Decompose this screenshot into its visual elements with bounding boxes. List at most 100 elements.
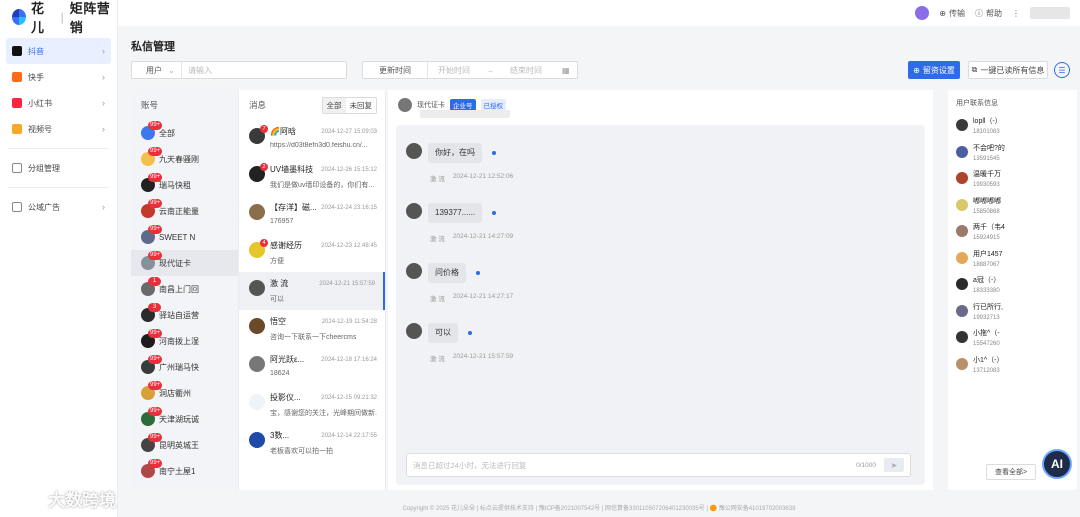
contact-item[interactable]: 嘟嘟嘟嘟 15850868 <box>948 196 1077 223</box>
date-type-select[interactable]: 更新时间 <box>363 62 428 78</box>
conversation-top: 激 流 2024-12-21 15:57:59 <box>270 278 375 289</box>
conversation-item[interactable]: 阿光跃ε... 2024-12-18 17:16:24 18624 <box>239 348 385 386</box>
conversation-item[interactable]: 3数... 2024-12-14 22:17:55 老板喜欢可以拍一拍 <box>239 424 385 462</box>
contact-item[interactable]: 小1^（-） 13712083 <box>948 355 1077 382</box>
user-avatar-icon[interactable] <box>915 6 930 20</box>
conversation-item[interactable]: 【存洋】磁... 2024-12-24 23:16:15 176957 <box>239 196 385 234</box>
chat-input[interactable]: 消息已超过24小时，无法进行回复 0/1000 ➤ <box>406 453 911 477</box>
conversation-name: 【存洋】磁... <box>270 203 317 212</box>
contact-item[interactable]: a冠（-） 18333380 <box>948 275 1077 302</box>
brand-name: 花儿 <box>31 1 45 35</box>
sidebar-item-group[interactable]: 分组管理 <box>6 155 111 181</box>
conversation-name: 投影仪... <box>270 393 301 402</box>
help-button[interactable]: ⓘ 帮助 <box>975 8 1002 19</box>
account-item[interactable]: 99+ SWEET N <box>131 224 238 250</box>
account-item[interactable]: 99+ 洞店衢州 <box>131 380 238 406</box>
message-meta: 激 流 2024-12-21 14:27:17 <box>430 293 513 303</box>
message-bubble[interactable]: 你好，在吗 <box>428 143 482 163</box>
contact-item[interactable]: 不会吧?的 13591545 <box>948 143 1077 170</box>
account-item[interactable]: 1 南昌上门回 <box>131 276 238 302</box>
user-type-select[interactable]: 用户 ⌄ <box>132 62 182 78</box>
contact-avatar <box>956 225 968 237</box>
reply-settings-button[interactable]: ⊕ 留资设置 <box>908 61 960 79</box>
user-search-input[interactable]: 请输入 <box>182 65 212 76</box>
conversation-item[interactable]: 投影仪... 2024-12-15 09:21:32 宝，感谢您的关注，光峰期间做新… <box>239 386 385 424</box>
conversation-body: 感谢经历 2024-12-23 12:48:45 方便 <box>270 238 377 272</box>
start-date-input[interactable]: 开始时间 <box>428 65 480 76</box>
conversation-avatar <box>249 394 265 410</box>
account-item[interactable]: 99+ 天津湖玩诚 <box>131 406 238 432</box>
contact-item[interactable]: 用户1457 18887067 <box>948 249 1077 276</box>
chat-account-name: 现代证卡 <box>417 102 445 109</box>
unread-badge: 99+ <box>148 147 163 156</box>
conversation-preview: https://d03t8efn3d0.feishu.cn/... <box>270 142 368 149</box>
date-arrow-icon: → <box>486 65 494 75</box>
send-icon[interactable]: ➤ <box>884 458 904 472</box>
contact-item[interactable]: 两千（韦4 15924915 <box>948 222 1077 249</box>
message-time: 2024-12-21 14:27:17 <box>452 293 514 300</box>
unread-badge: 99+ <box>148 355 163 364</box>
message-meta: 激 流 2024-12-21 12:52:06 <box>430 173 513 183</box>
sidebar-item-douyin[interactable]: 抖音 › <box>6 38 111 64</box>
account-item[interactable]: 99+ 云南正能量 <box>131 198 238 224</box>
contact-item[interactable]: 行已所行, 19932713 <box>948 302 1077 329</box>
chat-message: 139377...... <box>406 203 497 223</box>
filter-row: 用户 ⌄ 请输入 更新时间 开始时间 → 结束时间 ▦ ⊕ 留资设置 ⧉ 一键已… <box>131 61 1070 79</box>
message-sender: 激 流 <box>430 356 445 363</box>
message-bubble[interactable]: 139377...... <box>428 203 483 223</box>
conversation-body: 阿光跃ε... 2024-12-18 17:16:24 18624 <box>270 352 377 386</box>
conversation-preview: 18624 <box>270 370 290 377</box>
account-item[interactable]: 3 驿站自运营 <box>131 302 238 328</box>
account-item[interactable]: 99+ 全部 <box>131 120 238 146</box>
username-redacted <box>1030 7 1070 19</box>
contact-item[interactable]: lopll（-） 18101083 <box>948 116 1077 143</box>
sidebar-item-kuaishou[interactable]: 快手 › <box>6 64 111 90</box>
menu-icon[interactable]: ☰ <box>1054 62 1070 78</box>
more-icon[interactable]: ⋮ <box>1012 9 1020 18</box>
brand-logo[interactable]: 花儿 | 矩阵营销 <box>0 0 117 35</box>
mark-all-read-button[interactable]: ⧉ 一键已读所有信息 <box>968 61 1048 79</box>
conversation-top: 🌈阿晗 2024-12-27 15:09:03 <box>270 126 377 137</box>
sidebar-item-ads[interactable]: 公域广告 › <box>6 194 111 220</box>
end-date-input[interactable]: 结束时间 <box>500 65 552 76</box>
conversation-item[interactable]: 2 UV墙墨科技 2024-12-26 15:15:12 我们是做uv墙印设备的，你们… <box>239 158 385 196</box>
account-item[interactable]: 99+ 河南拨上湿 <box>131 328 238 354</box>
read-status-dot <box>492 211 497 215</box>
conversation-item[interactable]: 4 感谢经历 2024-12-23 12:48:45 方便 <box>239 234 385 272</box>
conversation-time: 2024-12-15 09:21:32 <box>321 394 377 401</box>
account-item[interactable]: 99+ 南宁土屋1 <box>131 458 238 484</box>
contact-item[interactable]: 温暖千万 19930593 <box>948 169 1077 196</box>
contact-name: a冠（-） <box>973 277 1001 284</box>
ai-assistant-button[interactable]: AI <box>1042 449 1072 479</box>
chat-messages-area[interactable]: 你好，在吗激 流 2024-12-21 12:52:06 139377...... 激… <box>396 125 925 485</box>
filter-all-button[interactable]: 全部 <box>322 97 346 113</box>
transfer-button[interactable]: ⊕ 传输 <box>939 8 965 19</box>
conversation-name: 3数... <box>270 431 290 440</box>
account-item[interactable]: 99+ 瑞马快租 <box>131 172 238 198</box>
conversation-item[interactable]: 激 流 2024-12-21 15:57:59 可以 <box>239 272 385 310</box>
chat-message: 问价格 <box>406 263 480 283</box>
conversation-item[interactable]: 7 🌈阿晗 2024-12-27 15:09:03 https://d03t8efn3… <box>239 120 385 158</box>
message-bubble[interactable]: 问价格 <box>428 263 466 283</box>
sidebar-item-label: 小红书 <box>28 98 52 108</box>
calendar-icon[interactable]: ▦ <box>562 66 570 75</box>
account-item[interactable]: 99+ 现代证卡 <box>131 250 238 276</box>
conversation-item[interactable]: 悟空 2024-12-19 11:54:28 咨询一下联系一下cheercms <box>239 310 385 348</box>
account-item[interactable]: 99+ 昆明英城王 <box>131 432 238 458</box>
account-item[interactable]: 99+ 广州瑞马快 <box>131 354 238 380</box>
view-all-contacts-button[interactable]: 查看全部> <box>986 464 1036 480</box>
conversation-preview: 我们是做uv墙印设备的，你们有... <box>270 182 375 189</box>
sidebar-item-shipinhao[interactable]: 视频号 › <box>6 116 111 142</box>
contact-item[interactable]: 小拖^（- 15547260 <box>948 328 1077 355</box>
filter-unreplied-button[interactable]: 未回复 <box>346 98 377 113</box>
unread-badge: 4 <box>260 239 268 247</box>
chevron-right-icon: › <box>102 46 105 56</box>
message-bubble[interactable]: 可以 <box>428 323 458 343</box>
douyin-icon <box>12 46 22 56</box>
sidebar-item-xiaohongshu[interactable]: 小红书 › <box>6 90 111 116</box>
contact-info: 行已所行, 19932713 <box>973 302 1003 329</box>
conversation-preview: 咨询一下联系一下cheercms <box>270 334 357 341</box>
account-item[interactable]: 99+ 九天春骚刚 <box>131 146 238 172</box>
unread-badge: 7 <box>260 125 268 133</box>
conversation-name: UV墙墨科技 <box>270 165 314 174</box>
